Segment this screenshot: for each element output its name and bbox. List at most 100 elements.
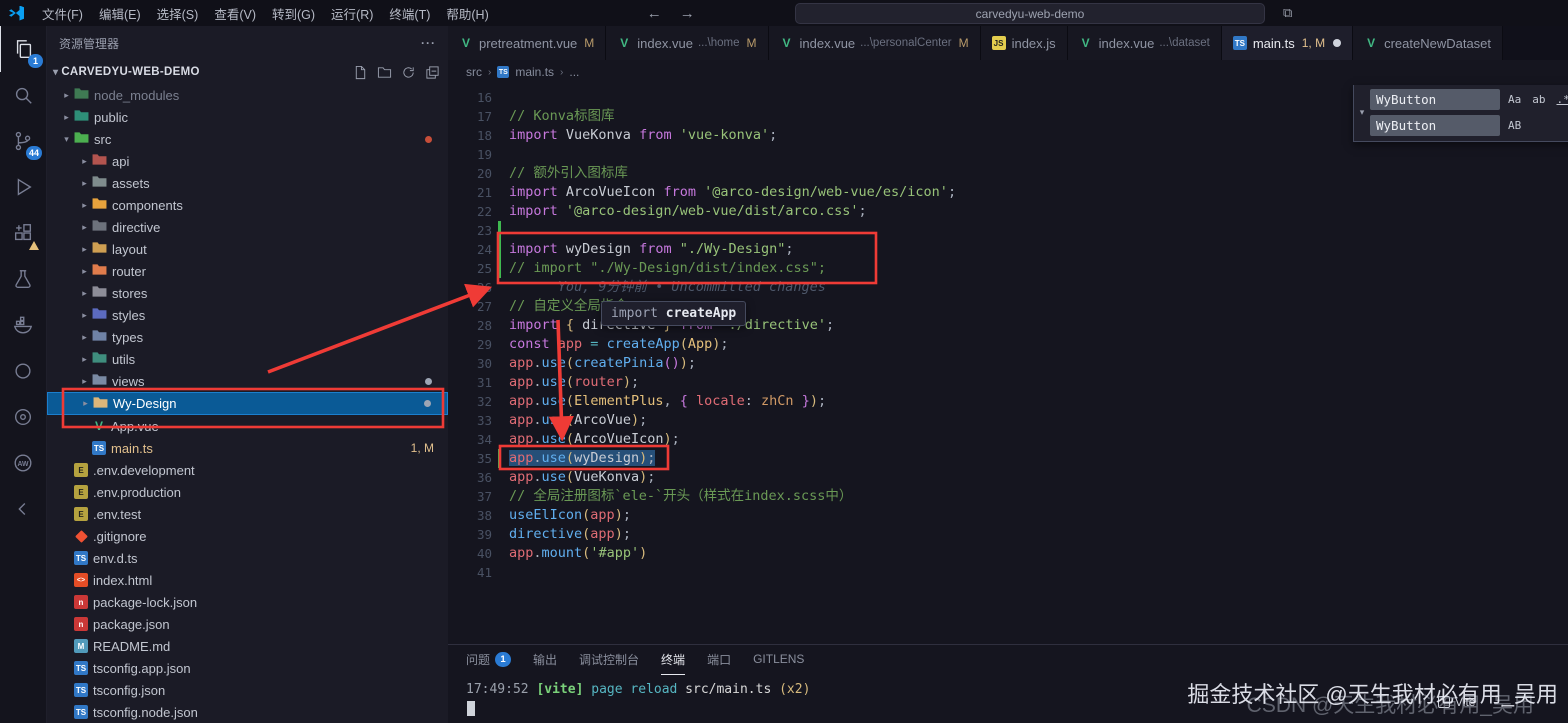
- menu-item[interactable]: 文件(F): [34, 0, 91, 26]
- panel-tab-调试控制台[interactable]: 调试控制台: [579, 645, 639, 675]
- tree-folder-types[interactable]: ▸ types: [47, 326, 448, 348]
- panel-tab-输出[interactable]: 输出: [533, 645, 557, 675]
- menu-item[interactable]: 帮助(H): [438, 0, 496, 26]
- tab-label: createNewDataset: [1384, 35, 1492, 51]
- source-control-icon[interactable]: 44: [0, 118, 46, 164]
- tree-folder-views[interactable]: ▸ views: [47, 370, 448, 392]
- find-option-.*[interactable]: .*: [1555, 92, 1568, 107]
- tree-folder-layout[interactable]: ▸ layout: [47, 238, 448, 260]
- new-file-icon[interactable]: [353, 65, 368, 80]
- terminal-output[interactable]: 17:49:52 [vite] page reload src/main.ts …: [448, 674, 1568, 697]
- menu-item[interactable]: 终端(T): [381, 0, 438, 26]
- breadcrumb-part[interactable]: ...: [569, 65, 579, 79]
- find-option-ab[interactable]: ab: [1530, 92, 1547, 107]
- html-file-icon: <>: [74, 573, 88, 587]
- breadcrumb[interactable]: src › TS main.ts ›...: [448, 60, 1568, 84]
- live-share-icon[interactable]: [0, 348, 46, 394]
- command-center-search[interactable]: carvedyu-web-demo: [795, 3, 1265, 24]
- replace-option-AB[interactable]: AB: [1506, 118, 1523, 133]
- tree-folder-stores[interactable]: ▸ stores: [47, 282, 448, 304]
- tree-file-tsconfig.app.json[interactable]: TS tsconfig.app.json: [47, 657, 448, 679]
- replace-input[interactable]: [1370, 115, 1500, 136]
- nav-back-icon[interactable]: ←: [647, 5, 662, 22]
- tree-folder-utils[interactable]: ▸ utils: [47, 348, 448, 370]
- tree-folder-styles[interactable]: ▸ styles: [47, 304, 448, 326]
- code-editor[interactable]: 16 17 // Konva标图库 18 import VueKonva from 'v…: [448, 84, 1568, 644]
- modified-dot: [425, 135, 432, 143]
- tree-folder-directive[interactable]: ▸ directive: [47, 216, 448, 238]
- chevron-right-icon: ▸: [83, 398, 88, 408]
- tree-folder-public[interactable]: ▸ public: [47, 106, 448, 128]
- tree-file-package.json[interactable]: n package.json: [47, 613, 448, 635]
- menu-item[interactable]: 编辑(E): [91, 0, 149, 26]
- tree-file-App.vue[interactable]: V App.vue: [47, 415, 448, 437]
- project-root-row[interactable]: ▾ CARVEDYU-WEB-DEMO: [47, 60, 448, 84]
- extensions-icon[interactable]: [0, 210, 46, 256]
- js-file-icon: JS: [991, 36, 1006, 50]
- menu-item[interactable]: 运行(R): [323, 0, 381, 26]
- tab-index.vue[interactable]: Vindex.vue ...\home M: [606, 26, 769, 60]
- toggle-replace-icon[interactable]: ▾: [1354, 89, 1370, 136]
- docker-icon[interactable]: [0, 302, 46, 348]
- menu-item[interactable]: 转到(G): [264, 0, 323, 26]
- tab-index.vue[interactable]: Vindex.vue ...\dataset: [1067, 26, 1222, 60]
- tab-index.vue[interactable]: Vindex.vue ...\personalCenter M: [768, 26, 981, 60]
- tree-file-tsconfig.json[interactable]: TS tsconfig.json: [47, 679, 448, 701]
- testing-icon[interactable]: [0, 256, 46, 302]
- svg-text:AW: AW: [17, 461, 29, 468]
- code-text: app.use(VueKonva);: [509, 469, 656, 485]
- tab-createNewDataset[interactable]: VcreateNewDataset: [1353, 26, 1504, 60]
- folder-icon: [92, 286, 107, 297]
- tab-index.js[interactable]: JS index.js: [980, 26, 1068, 60]
- search-icon[interactable]: [0, 72, 46, 118]
- tree-folder-Wy-Design[interactable]: ▸ Wy-Design: [47, 392, 448, 415]
- tree-file-.env.production[interactable]: E .env.production: [47, 481, 448, 503]
- tree-file-README.md[interactable]: M README.md: [47, 635, 448, 657]
- modified-dot: [424, 400, 431, 407]
- tree-folder-components[interactable]: ▸ components: [47, 194, 448, 216]
- menu-item[interactable]: 查看(V): [206, 0, 264, 26]
- tree-file-package-lock.json[interactable]: n package-lock.json: [47, 591, 448, 613]
- tree-folder-router[interactable]: ▸ router: [47, 260, 448, 282]
- menu-item[interactable]: 选择(S): [149, 0, 207, 26]
- tree-file-.env.test[interactable]: E .env.test: [47, 503, 448, 525]
- tree-file-.gitignore[interactable]: .gitignore: [47, 525, 448, 547]
- tree-folder-api[interactable]: ▸ api: [47, 150, 448, 172]
- tree-file-index.html[interactable]: <> index.html: [47, 569, 448, 591]
- tree-item-label: Wy-Design: [113, 396, 177, 411]
- nav-forward-icon[interactable]: →: [680, 5, 695, 22]
- tab-main.ts[interactable]: TS main.ts 1, M: [1221, 26, 1354, 60]
- panel-tab-终端[interactable]: 终端: [661, 645, 686, 675]
- sidebar-more-actions-icon[interactable]: ···: [421, 36, 436, 50]
- gitlens-icon[interactable]: [0, 394, 46, 440]
- tree-file-main.ts[interactable]: TS main.ts 1, M: [47, 437, 448, 459]
- find-option-Aa[interactable]: Aa: [1506, 92, 1523, 107]
- run-debug-icon[interactable]: [0, 164, 46, 210]
- tree-file-.env.development[interactable]: E .env.development: [47, 459, 448, 481]
- collapse-all-icon[interactable]: [425, 65, 440, 80]
- layout-toggle-icon[interactable]: ⧉: [1283, 5, 1293, 21]
- tree-item-label: tsconfig.json: [93, 682, 166, 698]
- tree-file-env.d.ts[interactable]: TS env.d.ts: [47, 547, 448, 569]
- tree-folder-src[interactable]: ▾ src: [47, 128, 448, 150]
- tree-folder-assets[interactable]: ▸ assets: [47, 172, 448, 194]
- back-icon[interactable]: [0, 486, 46, 532]
- find-input[interactable]: [1370, 89, 1500, 110]
- tab-pretreatment.vue[interactable]: Vpretreatment.vue M: [448, 26, 607, 60]
- tab-git-status: M: [746, 36, 757, 50]
- tree-folder-node_modules[interactable]: ▸ node_modules: [47, 84, 448, 106]
- explorer-icon[interactable]: 1: [0, 26, 47, 72]
- breadcrumb-part[interactable]: main.ts: [515, 65, 554, 79]
- terminal-process[interactable]: Vite: [1438, 695, 1475, 709]
- tree-item-label: README.md: [93, 638, 171, 654]
- breadcrumb-part[interactable]: src: [466, 65, 482, 79]
- panel-tab-问题[interactable]: 问题 1: [466, 645, 512, 675]
- aw-extension-icon[interactable]: AW: [0, 440, 46, 486]
- tree-file-tsconfig.node.json[interactable]: TS tsconfig.node.json: [47, 701, 448, 723]
- refresh-icon[interactable]: [401, 65, 416, 80]
- line-number: 41: [476, 565, 492, 580]
- panel-tab-端口[interactable]: 端口: [707, 645, 731, 675]
- panel-tab-GITLENS[interactable]: GITLENS: [753, 645, 804, 675]
- new-folder-icon[interactable]: [377, 65, 392, 80]
- code-line: 30 app.use(createPinia());: [448, 354, 1568, 373]
